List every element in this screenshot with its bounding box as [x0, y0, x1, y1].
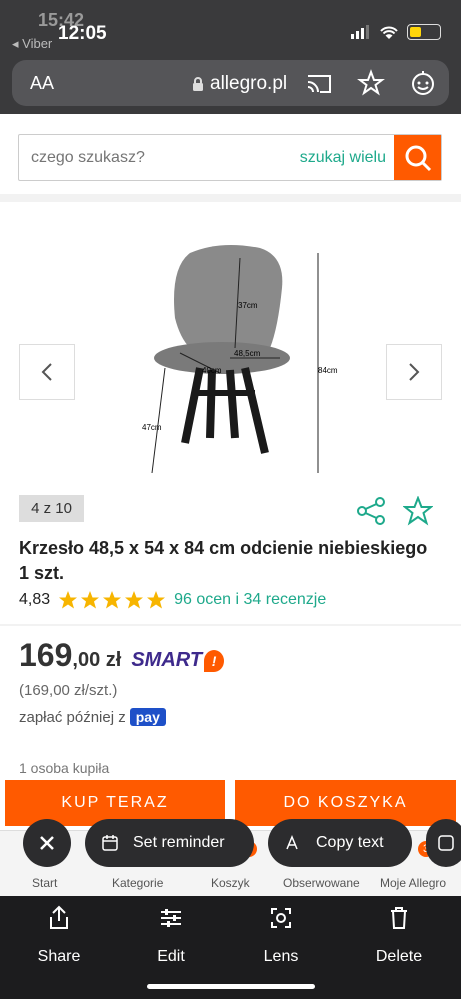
browser-toolbar: AA allegro.pl	[0, 56, 461, 114]
calendar-icon	[102, 835, 118, 851]
delete-action[interactable]: Delete	[354, 896, 444, 966]
star-icon	[147, 591, 166, 609]
status-time: 12:05	[58, 23, 107, 44]
cast-icon[interactable]	[305, 69, 333, 97]
back-to-app-link[interactable]: ◂ Viber	[12, 36, 52, 52]
reader-aa-button[interactable]: AA	[30, 73, 54, 94]
rating-stars	[58, 590, 166, 610]
tab-categories[interactable]: Kategorie	[112, 876, 163, 890]
url-domain: allegro.pl	[210, 73, 288, 94]
search-many-link[interactable]: szukaj wielu	[300, 135, 394, 180]
favorite-star-icon[interactable]	[403, 496, 433, 526]
star-icon	[103, 591, 122, 609]
search-button[interactable]	[394, 135, 441, 180]
wifi-icon	[380, 26, 398, 39]
search-icon	[405, 145, 431, 171]
tab-cart[interactable]: Koszyk	[211, 876, 250, 890]
price-row: 169,00 zł SMART!	[19, 637, 225, 674]
rating-row: 4,83 96 ocen i 34 recenzje	[19, 590, 326, 610]
bookmark-star-icon[interactable]	[357, 69, 385, 97]
set-reminder-label: Set reminder	[133, 834, 225, 851]
price-main: 169	[19, 637, 73, 673]
assistant-icon[interactable]	[409, 69, 437, 97]
label-seat-width: 48,5cm	[234, 349, 261, 358]
share-upload-icon	[50, 905, 68, 929]
pay-later-text: zapłać później z	[19, 708, 126, 726]
battery-icon	[407, 24, 441, 40]
share-label: Share	[37, 948, 81, 965]
share-action[interactable]: Share	[14, 896, 104, 966]
product-title: Krzesło 48,5 x 54 x 84 cm odcienie niebi…	[19, 538, 428, 583]
toolbar-icons	[305, 69, 437, 97]
section-divider	[0, 624, 461, 626]
set-reminder-chip[interactable]: Set reminder	[85, 819, 254, 867]
purchase-count: 1 osoba kupiła	[19, 760, 110, 776]
product-image[interactable]: 37cm 48,5cm 40cm 84cm 47cm	[130, 228, 340, 498]
star-icon	[59, 591, 78, 609]
smart-icon: !	[204, 649, 225, 672]
product-gallery: 37cm 48,5cm 40cm 84cm 47cm	[0, 210, 461, 490]
rating-value: 4,83	[19, 591, 51, 608]
status-icons	[351, 24, 441, 40]
star-icon	[81, 591, 100, 609]
search-section: szukaj wielu	[0, 114, 461, 202]
share-icon[interactable]	[356, 496, 386, 526]
tab-start[interactable]: Start	[32, 876, 57, 890]
home-indicator	[147, 984, 315, 989]
pay-logo: pay	[129, 708, 166, 726]
unit-price: (169,00 zł/szt.)	[19, 682, 118, 699]
lens-icon	[271, 908, 291, 928]
label-seat-depth: 40cm	[202, 366, 222, 375]
trash-icon	[391, 907, 407, 929]
lens-action[interactable]: Lens	[236, 896, 326, 966]
sliders-icon	[161, 909, 181, 927]
more-icon	[438, 835, 454, 851]
chevron-right-icon	[409, 363, 420, 381]
close-icon	[40, 836, 54, 850]
previous-image-button[interactable]	[19, 344, 75, 400]
tab-watched[interactable]: Obserwowane	[283, 876, 360, 890]
next-image-button[interactable]	[386, 344, 442, 400]
url-display[interactable]: allegro.pl	[192, 73, 287, 95]
more-chip[interactable]	[426, 819, 461, 867]
edit-action[interactable]: Edit	[126, 896, 216, 966]
chevron-left-icon	[41, 363, 52, 381]
label-back-height: 37cm	[238, 301, 258, 310]
lock-icon	[193, 77, 203, 91]
reviews-link[interactable]: 96 ocen i 34 recenzje	[174, 591, 326, 609]
image-counter: 4 z 10	[19, 495, 84, 522]
label-seat-height: 47cm	[142, 423, 162, 432]
status-bar: 15:42 ◂ Viber 12:05	[0, 0, 461, 56]
copy-text-label: Copy text	[316, 834, 384, 851]
address-bar[interactable]: AA allegro.pl	[12, 60, 449, 106]
text-select-icon	[286, 835, 298, 850]
delete-label: Delete	[375, 948, 423, 965]
search-input[interactable]	[19, 135, 300, 180]
edit-label: Edit	[157, 948, 185, 965]
close-chip[interactable]	[23, 819, 71, 867]
star-icon	[125, 591, 144, 609]
pay-later: zapłać później z pay	[19, 708, 166, 726]
signal-icon	[351, 25, 369, 39]
lens-label: Lens	[263, 948, 299, 965]
smart-badge: SMART!	[131, 649, 225, 672]
price-cents: ,00 zł	[72, 649, 122, 671]
label-total-height: 84cm	[318, 366, 338, 375]
search-box: szukaj wielu	[18, 134, 442, 181]
smart-label: SMART	[131, 649, 203, 671]
tab-my-allegro[interactable]: Moje Allegro	[380, 876, 446, 890]
copy-text-chip[interactable]: Copy text	[268, 819, 412, 867]
price: 169,00 zł	[19, 637, 121, 674]
